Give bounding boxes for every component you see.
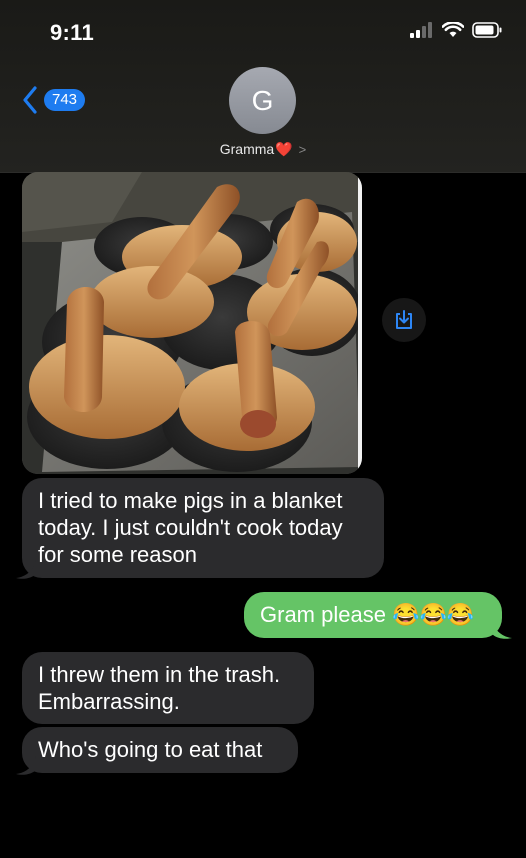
chevron-left-icon (23, 86, 37, 114)
contact-avatar[interactable]: G (229, 67, 296, 134)
heart-emoji: ❤️ (275, 141, 293, 157)
signal-icon (410, 22, 432, 38)
bubble-tail (16, 560, 36, 579)
contact-name-row[interactable]: Gramma❤️ > (0, 141, 526, 158)
avatar-letter: G (251, 84, 274, 116)
message-text: I threw them in the trash. Embarrassing. (38, 662, 281, 714)
back-button[interactable]: 743 (22, 86, 86, 114)
message-text: Gram please 😂😂😂 (260, 602, 475, 627)
chevron-right-icon: > (298, 142, 307, 157)
conversation-header: 9:11 743 G Gramma❤️ > (0, 0, 526, 173)
message-photo[interactable] (22, 172, 362, 474)
pigs-in-blanket-photo (22, 172, 362, 474)
contact-name: Gramma (219, 141, 275, 157)
download-icon (396, 310, 412, 329)
status-icons (410, 22, 502, 38)
message-bubble-incoming[interactable]: I tried to make pigs in a blanket today.… (22, 478, 384, 578)
message-bubble-outgoing[interactable]: Gram please 😂😂😂 (244, 592, 502, 638)
save-image-button[interactable] (382, 298, 426, 342)
message-text: Who's going to eat that (38, 737, 263, 762)
message-bubble-incoming[interactable]: I threw them in the trash. Embarrassing. (22, 652, 314, 724)
wifi-icon (442, 22, 464, 37)
battery-icon (472, 22, 502, 38)
bubble-tail (492, 620, 512, 639)
message-bubble-incoming[interactable]: Who's going to eat that (22, 727, 298, 773)
status-time: 9:11 (50, 20, 95, 45)
unread-count-badge: 743 (44, 89, 86, 111)
bubble-tail (16, 756, 36, 775)
message-text: I tried to make pigs in a blanket today.… (38, 488, 343, 567)
